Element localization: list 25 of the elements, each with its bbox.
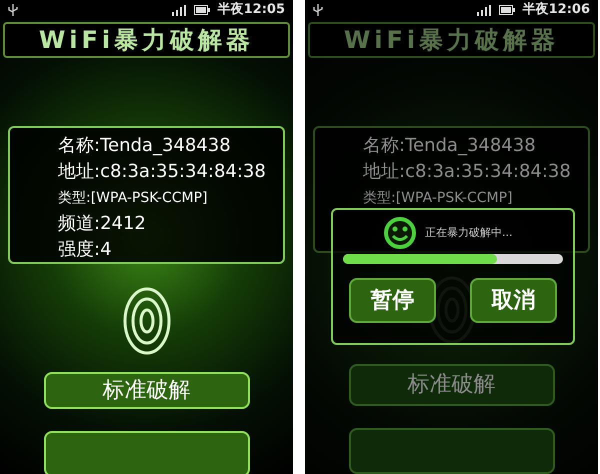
info-text: 地址:c8:3a:35:34:84:38 xyxy=(58,160,267,184)
info-text: 类型:[WPA-PSK-CCMP] xyxy=(363,189,514,208)
info-text: 类型:[WPA-PSK-CCMP] xyxy=(58,189,209,208)
dialog-button[interactable]: 取消 xyxy=(470,278,557,323)
info-text: 名称:Tenda_348438 xyxy=(58,134,232,158)
progress-message: 正在暴力破解中... xyxy=(425,224,512,241)
status-time: 半夜12:06 xyxy=(522,0,590,20)
app-title: WiFi暴力破解器 xyxy=(38,25,254,56)
signal-icon xyxy=(172,4,186,16)
app-title: WiFi暴力破解器 xyxy=(344,25,560,56)
battery-icon xyxy=(194,5,210,15)
dialog-button[interactable]: 暂停 xyxy=(349,278,436,323)
crack-button[interactable]: 标准破解 xyxy=(44,372,250,409)
fingerprint-icon xyxy=(122,286,172,356)
signal-icon xyxy=(476,4,491,16)
battery-icon xyxy=(498,5,515,15)
usb-icon xyxy=(313,4,323,16)
info-text: 频道:2412 xyxy=(58,212,147,236)
usb-icon xyxy=(8,4,18,16)
smiley-icon xyxy=(383,216,417,250)
status-time: 半夜12:05 xyxy=(218,0,285,20)
crack-button[interactable]: 标准破解 xyxy=(348,364,554,406)
info-text: 名称:Tenda_348438 xyxy=(363,134,537,158)
info-text: 强度:4 xyxy=(58,238,113,262)
info-text: 地址:c8:3a:35:34:84:38 xyxy=(363,160,572,184)
